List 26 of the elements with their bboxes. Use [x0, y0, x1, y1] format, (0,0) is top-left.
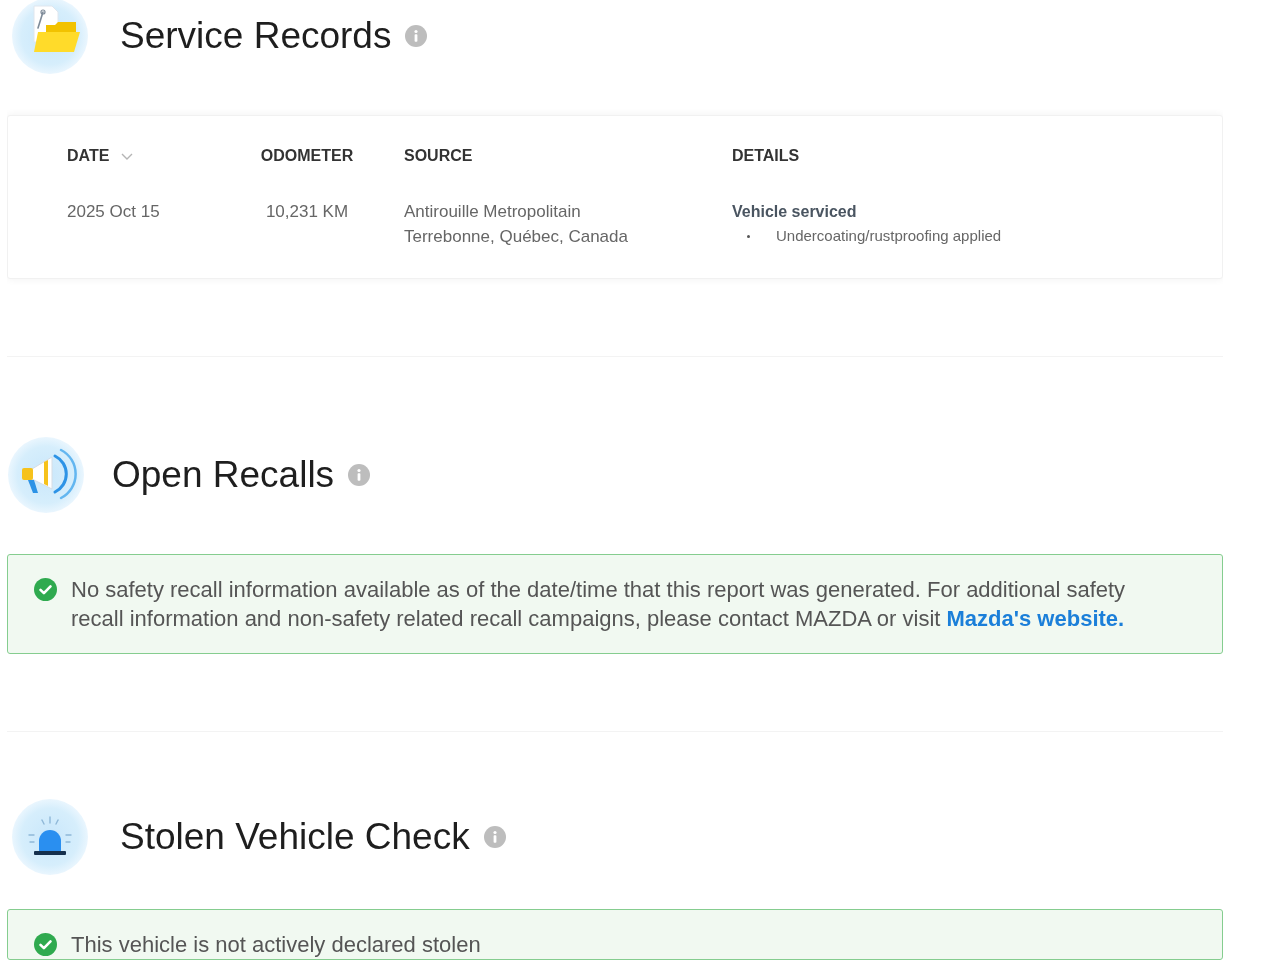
table-cell-text: 10,231 KM: [265, 201, 349, 223]
megaphone-icon: [8, 437, 84, 513]
source-location: Terrebonne, Québec, Canada: [404, 226, 628, 248]
info-icon[interactable]: [348, 464, 371, 486]
notice-text: No safety recall information available as of the date/time that this report was generated. For additional safety recall information and non-safety related recall campaigns, please contact MAZDA or visit Mazda's website.: [71, 576, 1127, 633]
table-cell: 2025 Oct 15: [67, 202, 160, 221]
chevron-down-icon[interactable]: [121, 152, 134, 160]
column-header: DETAILS: [732, 146, 800, 166]
column-header: ODOMETER: [260, 146, 354, 166]
info-icon[interactable]: [405, 25, 428, 47]
section-title: Service Records: [120, 14, 392, 58]
info-icon[interactable]: [483, 826, 506, 848]
source-name: Antirouille Metropolitain: [404, 201, 581, 223]
column-header[interactable]: DATE: [67, 145, 110, 167]
section-title: Open Recalls: [112, 453, 335, 497]
check-circle-icon: [34, 933, 57, 956]
website-link[interactable]: Mazda's website.: [946, 606, 1125, 631]
siren-icon: [12, 799, 88, 875]
folder-icon: [12, 0, 88, 74]
detail-title: Vehicle serviced: [732, 202, 857, 222]
detail-item: Undercoating/rustproofing applied: [776, 226, 1002, 246]
column-header: SOURCE: [404, 146, 473, 166]
section-title: Stolen Vehicle Check: [120, 815, 470, 859]
check-circle-icon: [34, 578, 57, 601]
notice-text: This vehicle is not actively declared stolen: [71, 931, 482, 959]
bullet-icon: [747, 234, 750, 238]
